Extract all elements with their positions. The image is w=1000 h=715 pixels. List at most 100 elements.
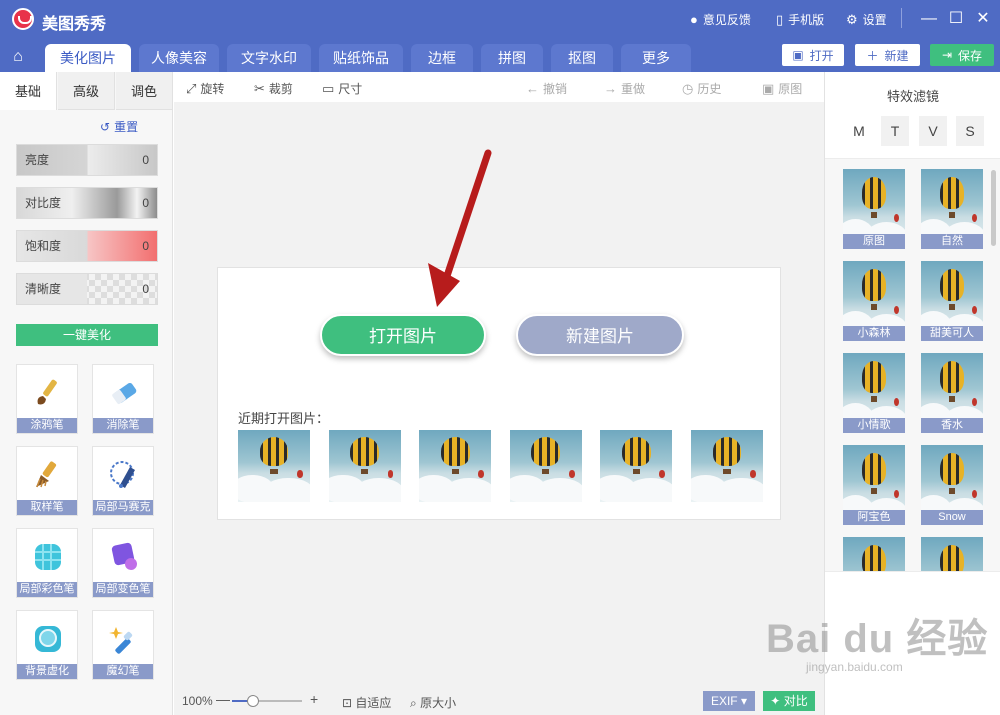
- history-button[interactable]: ◷ 历史: [682, 80, 721, 97]
- feedback-label: 意见反馈: [702, 13, 751, 27]
- sharpness-slider[interactable]: 清晰度 0: [16, 273, 158, 305]
- filter-item[interactable]: 小情歌: [843, 353, 905, 433]
- filter-tab-v[interactable]: V: [919, 116, 947, 146]
- history-label: 历史: [697, 82, 722, 96]
- filter-preview-thumbnail: [921, 537, 983, 571]
- tab-more[interactable]: 更多: [621, 44, 691, 72]
- tab-text-watermark[interactable]: 文字水印: [227, 44, 311, 72]
- close-button[interactable]: ✕: [971, 6, 995, 32]
- home-button[interactable]: ⌂: [0, 42, 36, 72]
- tab-basic[interactable]: 基础: [0, 72, 57, 110]
- original-button[interactable]: ▣ 原图: [762, 80, 802, 97]
- filter-tab-s[interactable]: S: [956, 116, 984, 146]
- tool-local-mosaic[interactable]: 局部马赛克: [92, 446, 154, 516]
- filter-item[interactable]: 甜美可人: [921, 261, 983, 341]
- saturation-slider[interactable]: 饱和度 0: [16, 230, 158, 262]
- clock-icon: ◷: [682, 80, 694, 96]
- recent-image-thumb[interactable]: [509, 430, 582, 502]
- rotate-button[interactable]: ⤢ 旋转: [186, 80, 224, 97]
- tool-eraser-pen[interactable]: 消除笔: [92, 364, 154, 434]
- open-image-button[interactable]: 打开图片: [320, 314, 486, 356]
- filter-item[interactable]: 自然: [921, 169, 983, 249]
- tool-sample-pen[interactable]: 取样笔: [16, 446, 78, 516]
- tab-stickers[interactable]: 贴纸饰品: [319, 44, 403, 72]
- picture-icon: ▣: [762, 80, 775, 96]
- zoom-slider-handle[interactable]: [247, 695, 259, 707]
- maximize-button[interactable]: ☐: [944, 6, 968, 32]
- redo-arrow-icon: →: [604, 81, 617, 96]
- scissors-icon: ✂: [254, 80, 265, 96]
- exif-label: EXIF: [710, 694, 738, 708]
- exif-button[interactable]: EXIF ▾: [703, 691, 755, 711]
- tool-magic-pen[interactable]: 魔幻笔: [92, 610, 154, 680]
- tab-color-grade[interactable]: 调色: [116, 72, 173, 110]
- open-button[interactable]: ▣ 打开: [782, 44, 844, 66]
- zoom-slider[interactable]: [232, 695, 302, 707]
- export-icon: ⇥: [941, 48, 953, 62]
- tab-cutout[interactable]: 抠图: [551, 44, 613, 72]
- recent-image-thumb[interactable]: [238, 430, 310, 502]
- tab-frame[interactable]: 边框: [411, 44, 473, 72]
- filter-item[interactable]: [921, 537, 983, 571]
- recent-images-label: 近期打开图片：: [238, 411, 330, 426]
- actual-size-button[interactable]: ⌕ 原大小: [410, 694, 456, 711]
- recent-image-thumb[interactable]: [600, 430, 673, 502]
- filter-scrollbar[interactable]: [991, 170, 996, 246]
- chat-bubble-icon: ●: [690, 12, 698, 27]
- tool-background-blur[interactable]: 背景虚化: [16, 610, 78, 680]
- brightness-slider[interactable]: 亮度 0: [16, 144, 158, 176]
- minimize-button[interactable]: —: [917, 6, 941, 32]
- sharpness-value: 0: [142, 282, 149, 296]
- undo-button[interactable]: ← 撤销: [526, 80, 567, 97]
- settings-button[interactable]: ⚙ 设置: [846, 11, 887, 28]
- tool-local-color-pen[interactable]: 局部彩色笔: [16, 528, 78, 598]
- filter-item[interactable]: 阿宝色: [843, 445, 905, 525]
- settings-label: 设置: [862, 13, 887, 27]
- new-button[interactable]: ＋ 新建: [855, 44, 920, 66]
- recent-image-thumb[interactable]: [328, 430, 401, 502]
- resize-icon: ▭: [322, 80, 335, 96]
- tool-label: 取样笔: [17, 500, 77, 515]
- filter-item[interactable]: 原图: [843, 169, 905, 249]
- mobile-version-button[interactable]: ▯ 手机版: [776, 11, 824, 28]
- size-button[interactable]: ▭ 尺寸: [322, 80, 362, 97]
- tab-collage[interactable]: 拼图: [481, 44, 543, 72]
- contrast-slider[interactable]: 对比度 0: [16, 187, 158, 219]
- main-tab-bar: ⌂ 美化图片 人像美容 文字水印 贴纸饰品 边框 拼图 抠图 更多 ▣ 打开 ＋…: [0, 38, 1000, 72]
- filter-label: 阿宝色: [843, 510, 905, 525]
- app-title: 美图秀秀: [42, 16, 107, 33]
- tool-label: 魔幻笔: [93, 664, 153, 679]
- recent-image-thumb[interactable]: [691, 430, 763, 502]
- fit-window-button[interactable]: ⊡ 自适应: [342, 694, 391, 711]
- zoom-bar: 100% — + ⊡ 自适应 ⌕ 原大小 EXIF ▾ ✦ 对比: [174, 687, 824, 715]
- recent-image-thumb[interactable]: [419, 430, 492, 502]
- filter-item[interactable]: Snow: [921, 445, 983, 525]
- tab-advanced[interactable]: 高级: [58, 72, 115, 110]
- filter-item[interactable]: 小森林: [843, 261, 905, 341]
- tool-local-recolor-pen[interactable]: 局部变色笔: [92, 528, 154, 598]
- zoom-in-button[interactable]: +: [310, 691, 318, 707]
- magic-pen-icon: [109, 627, 133, 654]
- one-click-beautify-button[interactable]: 一键美化: [16, 324, 158, 346]
- contrast-label: 对比度: [25, 196, 62, 210]
- redo-button[interactable]: → 重做: [604, 80, 645, 97]
- filter-item[interactable]: [843, 537, 905, 571]
- filter-label: 香水: [921, 418, 983, 433]
- new-image-button[interactable]: 新建图片: [516, 314, 684, 356]
- tool-doodle-pen[interactable]: 涂鸦笔: [16, 364, 78, 434]
- tab-beautify[interactable]: 美化图片: [45, 44, 131, 72]
- filter-item[interactable]: 香水: [921, 353, 983, 433]
- filter-tab-t[interactable]: T: [881, 116, 909, 146]
- tab-portrait[interactable]: 人像美容: [139, 44, 219, 72]
- tool-label: 局部马赛克: [93, 500, 153, 515]
- reset-button[interactable]: ↺ 重置: [100, 118, 138, 135]
- save-button[interactable]: ⇥ 保存: [930, 44, 994, 66]
- zoom-out-button[interactable]: —: [216, 691, 230, 707]
- crop-button[interactable]: ✂ 裁剪: [254, 80, 293, 97]
- filter-label: 小情歌: [843, 418, 905, 433]
- feedback-button[interactable]: ● 意见反馈: [690, 11, 751, 28]
- filter-tab-m[interactable]: M: [845, 116, 873, 146]
- contrast-value: 0: [142, 196, 149, 210]
- filter-label: Snow: [921, 510, 983, 525]
- compare-button[interactable]: ✦ 对比: [763, 691, 815, 711]
